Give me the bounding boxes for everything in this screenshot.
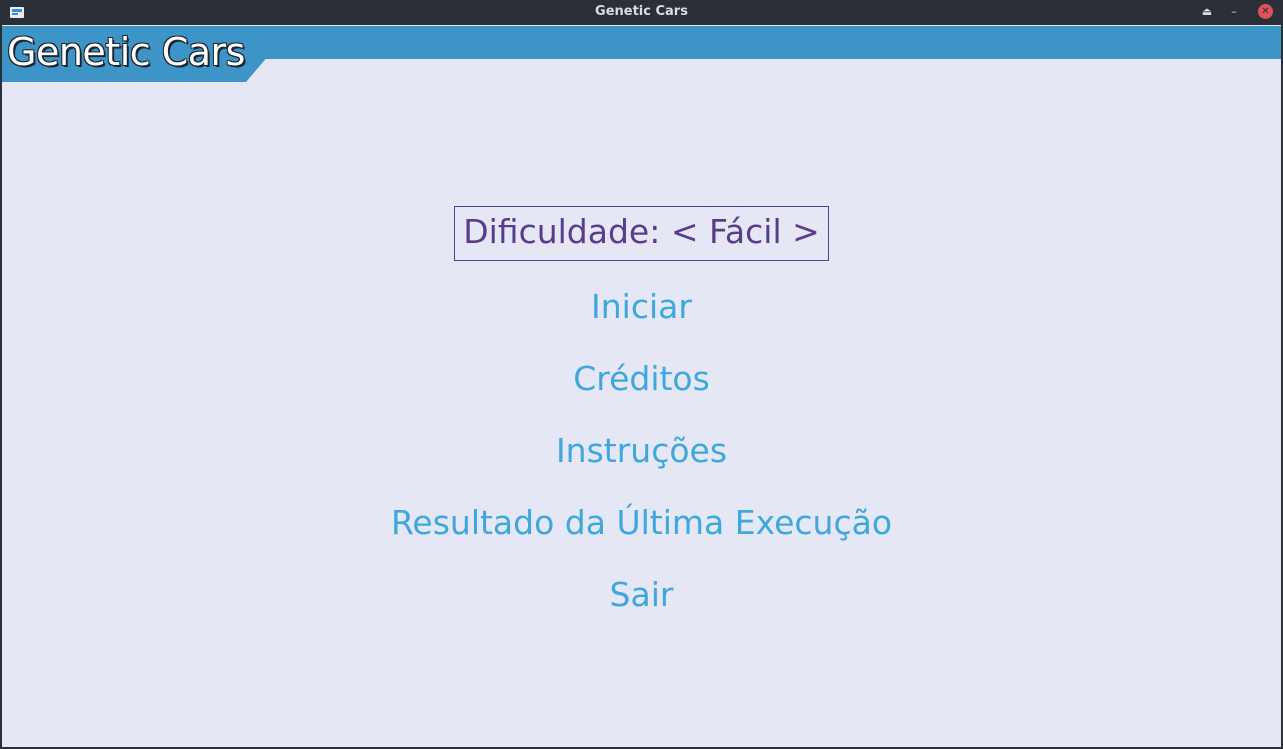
- menu-item-difficulty[interactable]: Dificuldade: < Fácil >: [2, 206, 1281, 261]
- menu-item-exit[interactable]: Sair: [2, 575, 1281, 615]
- eject-icon[interactable]: ⏏: [1198, 4, 1216, 22]
- menu-item-last-result[interactable]: Resultado da Última Execução: [2, 503, 1281, 543]
- game-canvas[interactable]: Genetic Cars Dificuldade: < Fácil > Inic…: [2, 25, 1281, 747]
- close-icon[interactable]: ✕: [1258, 4, 1273, 19]
- app-window: Genetic Cars ⏏ – ✕ Genetic Cars Dificuld…: [0, 0, 1283, 749]
- app-title: Genetic Cars: [7, 30, 245, 74]
- minimize-icon[interactable]: –: [1225, 4, 1243, 22]
- menu-item-instructions[interactable]: Instruções: [2, 431, 1281, 471]
- window-title: Genetic Cars: [595, 4, 688, 19]
- window-titlebar[interactable]: Genetic Cars ⏏ – ✕: [0, 0, 1283, 25]
- menu-item-credits[interactable]: Créditos: [2, 359, 1281, 399]
- menu-item-start[interactable]: Iniciar: [2, 287, 1281, 327]
- menu-item-difficulty-label[interactable]: Dificuldade: < Fácil >: [454, 206, 829, 261]
